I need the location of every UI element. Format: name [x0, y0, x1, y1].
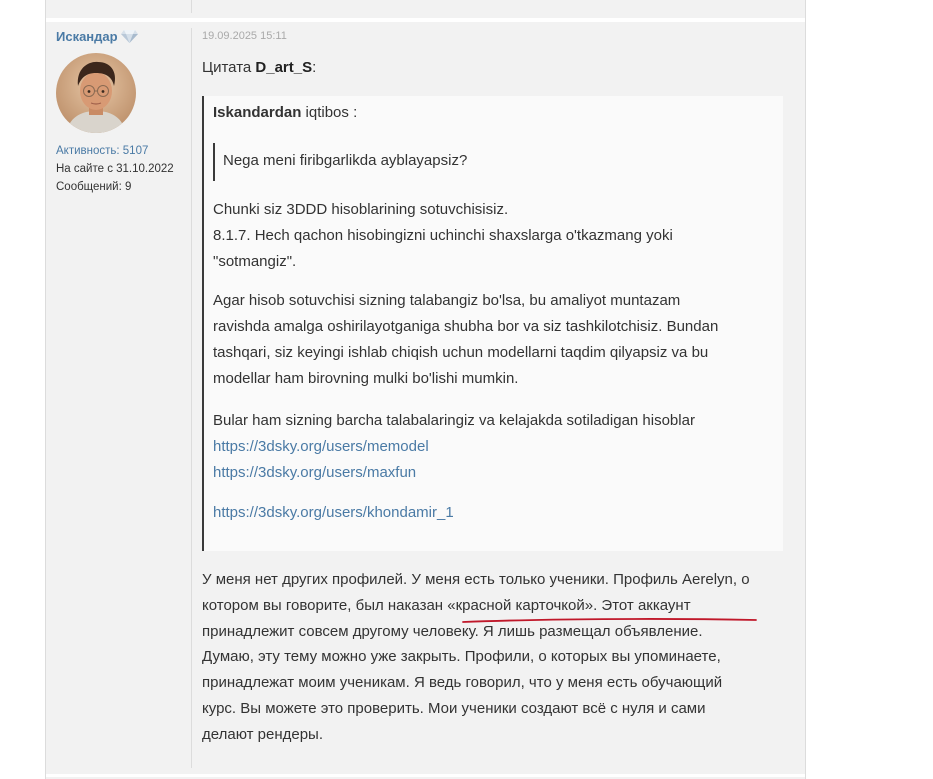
reply-text: У меня нет других профилей. У меня есть … — [202, 567, 792, 748]
quote-line: tashqari, siz keyingi ishlab chiqish uch… — [213, 344, 709, 361]
quote-paragraph-1: Chunki siz 3DDD hisoblarining sotuvchisi… — [213, 197, 773, 275]
quote-paragraph-2: Agar hisob sotuvchisi sizning talabangiz… — [213, 288, 773, 392]
quote-line: Chunki siz 3DDD hisoblarining sotuvchisi… — [213, 201, 509, 218]
reply-line: У меня нет других профилей. У меня есть … — [202, 571, 750, 588]
username-row: Искандар — [56, 28, 186, 44]
quote-paragraph-4: https://3dsky.org/users/khondamir_1 — [213, 500, 773, 526]
profile-link-maxfun[interactable]: https://3dsky.org/users/maxfun — [213, 460, 773, 486]
forum-post-column: Искандар Активность: 5107 На сайте с 31.… — [45, 0, 806, 779]
quote-line: 8.1.7. Hech qachon hisobingizni uchinchi… — [213, 227, 673, 244]
previous-post-divider — [191, 0, 192, 13]
user-avatar[interactable] — [56, 53, 136, 133]
reply-line-start: принадлежит совсем другому человеку. — [202, 622, 483, 640]
activity-link[interactable]: Активность: 5107 — [56, 142, 186, 160]
quote-line: modellar ham birovning mulki bo'lishi mu… — [213, 370, 519, 387]
post-divider — [191, 28, 192, 768]
quote-paragraph-3: Bular ham sizning barcha talabalaringiz … — [213, 408, 773, 486]
quote-line: Bular ham sizning barcha talabalaringiz … — [213, 412, 695, 429]
highlighted-sentence: Я лишь размещал объявление. — [482, 622, 703, 640]
member-since: На сайте с 31.10.2022 — [56, 163, 174, 175]
user-stats: Активность: 5107 На сайте с 31.10.2022 С… — [56, 142, 186, 196]
previous-post-stub — [46, 0, 805, 18]
quote-prefix: Цитата — [202, 59, 252, 76]
quote-suffix: : — [312, 59, 317, 76]
nested-quote-label: iqtibos : — [301, 104, 358, 121]
reply-line: принадлежат моим ученикам. Я ведь говори… — [202, 674, 723, 692]
reply-line: курс. Вы можете это проверить. Мои учени… — [202, 699, 706, 717]
nested-quote-title: Iskandardan iqtibos : — [213, 100, 357, 126]
post-separator-bottom — [46, 774, 805, 777]
nested-quote-author: Iskandardan — [213, 104, 302, 121]
quote-block: Iskandardan iqtibos : Nega meni firibgar… — [202, 96, 783, 551]
quote-line: Agar hisob sotuvchisi sizning talabangiz… — [213, 292, 681, 309]
user-panel: Искандар Активность: 5107 На сайте с 31.… — [56, 28, 186, 196]
forum-post: Искандар Активность: 5107 На сайте с 31.… — [46, 22, 805, 770]
message-count: Сообщений: 9 — [56, 181, 132, 193]
quote-header: Цитата D_art_S: — [202, 59, 316, 76]
nested-quote-text: Nega meni firibgarlikda ayblayapsiz? — [223, 152, 468, 169]
post-date: 19.09.2025 15:11 — [202, 30, 287, 42]
nested-quote-block: Nega meni firibgarlikda ayblayapsiz? — [213, 143, 770, 181]
reply-line: принадлежит совсем другому человеку. Я л… — [202, 619, 792, 645]
diamond-icon — [120, 30, 138, 43]
reply-line: Думаю, эту тему можно уже закрыть. Профи… — [202, 648, 721, 666]
profile-link-khondamir[interactable]: https://3dsky.org/users/khondamir_1 — [213, 500, 773, 526]
quote-line: ravishda amalga oshirilayotganiga shubha… — [213, 318, 719, 335]
quote-line: "sotmangiz". — [213, 253, 297, 270]
profile-link-memodel[interactable]: https://3dsky.org/users/memodel — [213, 434, 773, 460]
reply-line: делают рендеры. — [202, 725, 324, 743]
username-link[interactable]: Искандар — [56, 29, 118, 44]
quote-author: D_art_S — [255, 59, 313, 76]
reply-line: котором вы говорите, был наказан «красно… — [202, 596, 691, 614]
